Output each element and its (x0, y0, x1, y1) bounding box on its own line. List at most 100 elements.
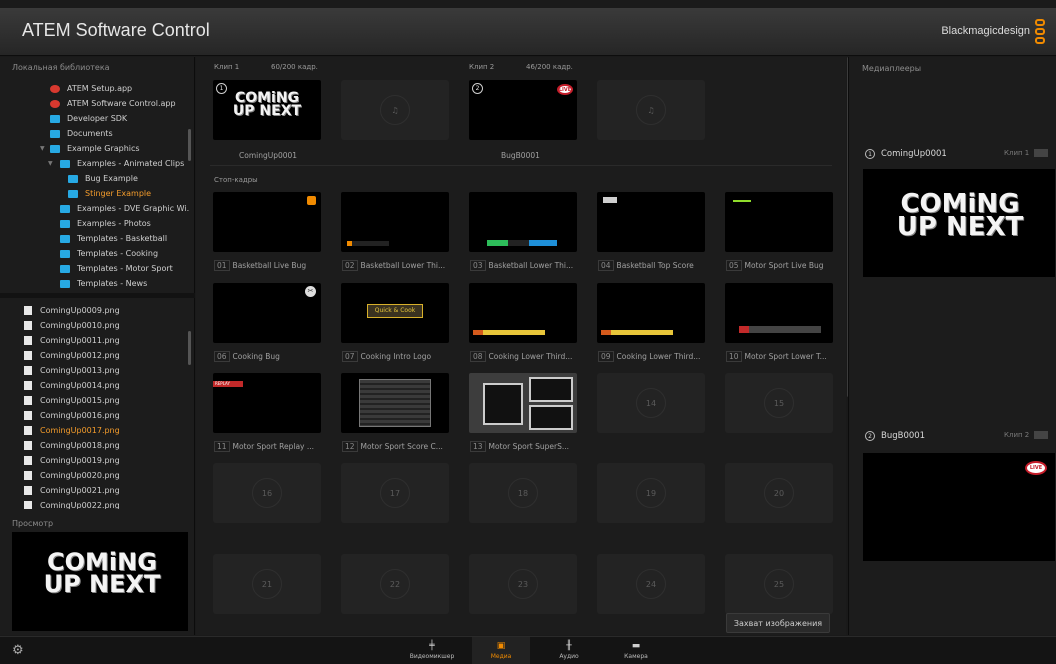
still-name: Motor Sport SuperS... (488, 442, 570, 451)
folder-icon (60, 279, 70, 288)
still-thumb[interactable] (469, 192, 577, 252)
file-item[interactable]: ComingUp0022.png (24, 498, 120, 509)
player2-clip-select[interactable]: Клип 2 (1004, 431, 1049, 439)
file-item[interactable]: ComingUp0021.png (24, 483, 120, 498)
empty-still-slot[interactable]: 15 (725, 373, 833, 433)
file-item[interactable]: ComingUp0018.png (24, 438, 120, 453)
tree-item[interactable]: Templates - Basketball (60, 231, 167, 246)
music-note-icon: ♫ (380, 95, 410, 125)
file-item[interactable]: ComingUp0016.png (24, 408, 120, 423)
file-item[interactable]: ComingUp0010.png (24, 318, 120, 333)
file-item[interactable]: ComingUp0012.png (24, 348, 120, 363)
tree-item[interactable]: ATEM Software Control.app (50, 96, 176, 111)
empty-still-slot[interactable]: 16 (213, 463, 321, 523)
empty-still-slot[interactable]: 22 (341, 554, 449, 614)
still-thumb[interactable] (469, 373, 577, 433)
still-thumb[interactable] (213, 192, 321, 252)
file-item[interactable]: ComingUp0013.png (24, 363, 120, 378)
nav-switcher-label: Видеомикшер (409, 653, 455, 660)
player1-clip-select[interactable]: Клип 1 (1004, 149, 1049, 157)
file-item[interactable]: ComingUp0020.png (24, 468, 120, 483)
still-thumb[interactable] (597, 283, 705, 343)
still-caption: 03 Basketball Lower Thi... (470, 260, 580, 271)
file-item[interactable]: ComingUp0009.png (24, 303, 120, 318)
slot-number: 22 (380, 569, 410, 599)
empty-still-slot[interactable]: 18 (469, 463, 577, 523)
tree-item[interactable]: Templates - Cooking (60, 246, 158, 261)
slot-number: 25 (764, 569, 794, 599)
still-caption: 01 Basketball Live Bug (214, 260, 324, 271)
empty-still-slot[interactable]: 24 (597, 554, 705, 614)
still-number: 09 (598, 351, 614, 362)
nav-media[interactable]: ▣ Медиа (472, 637, 530, 664)
still-thumb[interactable] (725, 283, 833, 343)
file-item[interactable]: ComingUp0014.png (24, 378, 120, 393)
empty-still-slot[interactable]: 19 (597, 463, 705, 523)
tree-item[interactable]: ATEM Setup.app (50, 81, 132, 96)
panel-divider[interactable] (0, 293, 195, 298)
still-number: 03 (470, 260, 486, 271)
player1-name: ComingUp0001 (881, 149, 947, 159)
slot-number: 21 (252, 569, 282, 599)
tree-item[interactable]: Documents (50, 126, 113, 141)
clip2-frame-thumb[interactable]: 2 LIVE (469, 80, 577, 140)
clip1-audio-slot[interactable]: ♫ (341, 80, 449, 140)
still-thumb[interactable] (341, 192, 449, 252)
still-name: Cooking Lower Third... (616, 352, 701, 361)
file-item[interactable]: ComingUp0017.png (24, 423, 120, 438)
image-file-icon (24, 351, 32, 360)
expand-arrow-icon[interactable]: ▼ (48, 160, 53, 167)
expand-arrow-icon[interactable]: ▼ (40, 145, 45, 152)
replay-graphic: REPLAY (213, 381, 243, 387)
still-number: 11 (214, 441, 230, 452)
empty-still-slot[interactable]: 17 (341, 463, 449, 523)
file-item[interactable]: ComingUp0015.png (24, 393, 120, 408)
still-name: Cooking Intro Logo (360, 352, 432, 361)
file-item[interactable]: ComingUp0019.png (24, 453, 120, 468)
still-caption: 05 Motor Sport Live Bug (726, 260, 836, 271)
gear-icon[interactable]: ⚙ (12, 643, 24, 658)
tree-item[interactable]: Examples - Photos (60, 216, 151, 231)
empty-still-slot[interactable]: 14 (597, 373, 705, 433)
tree-item[interactable]: Example Graphics (50, 141, 140, 156)
nav-camera[interactable]: ▬ Камера (607, 637, 665, 664)
still-thumb[interactable]: Quick & Cook (341, 283, 449, 343)
empty-still-slot[interactable]: 21 (213, 554, 321, 614)
file-item[interactable]: ComingUp0011.png (24, 333, 120, 348)
still-thumb[interactable]: REPLAY (213, 373, 321, 433)
still-caption: 02 Basketball Lower Thi... (342, 260, 452, 271)
file-list-scrollbar[interactable] (188, 331, 191, 365)
tree-item[interactable]: Stinger Example (68, 186, 151, 201)
tree-item[interactable]: Bug Example (68, 171, 138, 186)
empty-still-slot[interactable]: 23 (469, 554, 577, 614)
still-number: 13 (470, 441, 486, 452)
tree-item[interactable]: Developer SDK (50, 111, 127, 126)
tree-item[interactable]: Examples - Animated Clips (60, 156, 184, 171)
tree-item[interactable]: Templates - News (60, 276, 147, 289)
file-name: ComingUp0017.png (40, 426, 120, 435)
library-tree[interactable]: ATEM Setup.app ATEM Software Control.app D… (0, 81, 190, 289)
clip2-badge: 2 (472, 83, 483, 94)
nav-audio[interactable]: ╫ Аудио (540, 637, 598, 664)
still-thumb[interactable] (341, 373, 449, 433)
still-thumb[interactable]: ✂ (213, 283, 321, 343)
still-thumb[interactable] (597, 192, 705, 252)
empty-still-slot[interactable]: 25 (725, 554, 833, 614)
tree-item-label: Examples - Photos (77, 219, 151, 228)
empty-still-slot[interactable]: 20 (725, 463, 833, 523)
clip2-audio-slot[interactable]: ♫ (597, 80, 705, 140)
still-thumb[interactable] (469, 283, 577, 343)
clip1-frame-thumb[interactable]: 1 COMiNG UP NEXT (213, 80, 321, 140)
super-frame-bottom (529, 405, 573, 430)
live-bug-icon: LIVE (557, 84, 573, 95)
tree-item[interactable]: Templates - Motor Sport (60, 261, 173, 276)
tree-item[interactable]: Examples - DVE Graphic Wi... (60, 201, 190, 216)
file-list[interactable]: ComingUp0009.png ComingUp0010.png ComingUp… (0, 299, 195, 509)
clip1-badge: 1 (216, 83, 227, 94)
still-number: 12 (342, 441, 358, 452)
nav-switcher[interactable]: ╪ Видеомикшер (403, 637, 461, 664)
tree-scrollbar[interactable] (188, 129, 191, 161)
slot-number: 17 (380, 478, 410, 508)
capture-still-button[interactable]: Захват изображения (726, 613, 830, 633)
still-thumb[interactable] (725, 192, 833, 252)
